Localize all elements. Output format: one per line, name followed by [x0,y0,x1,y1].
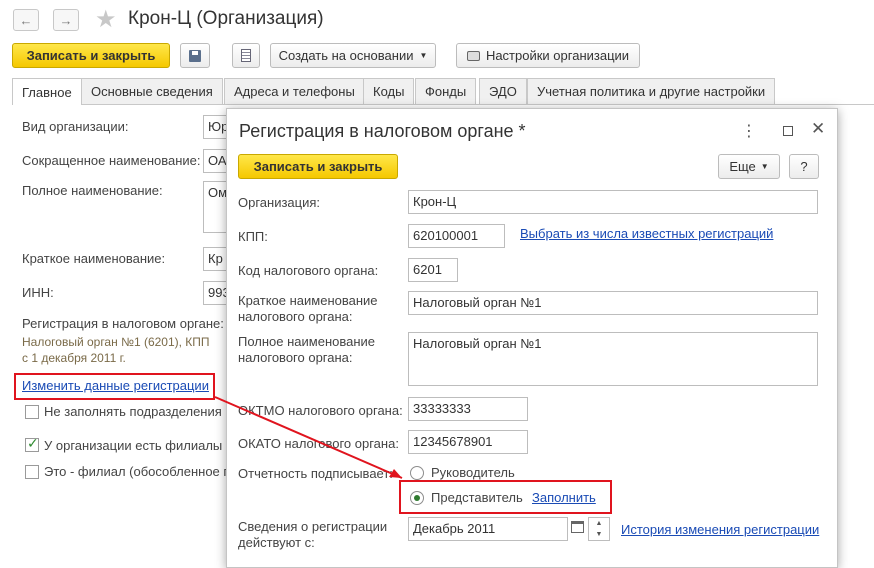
annotation-arrow [214,396,403,479]
tab-main[interactable]: Главное [12,78,82,105]
